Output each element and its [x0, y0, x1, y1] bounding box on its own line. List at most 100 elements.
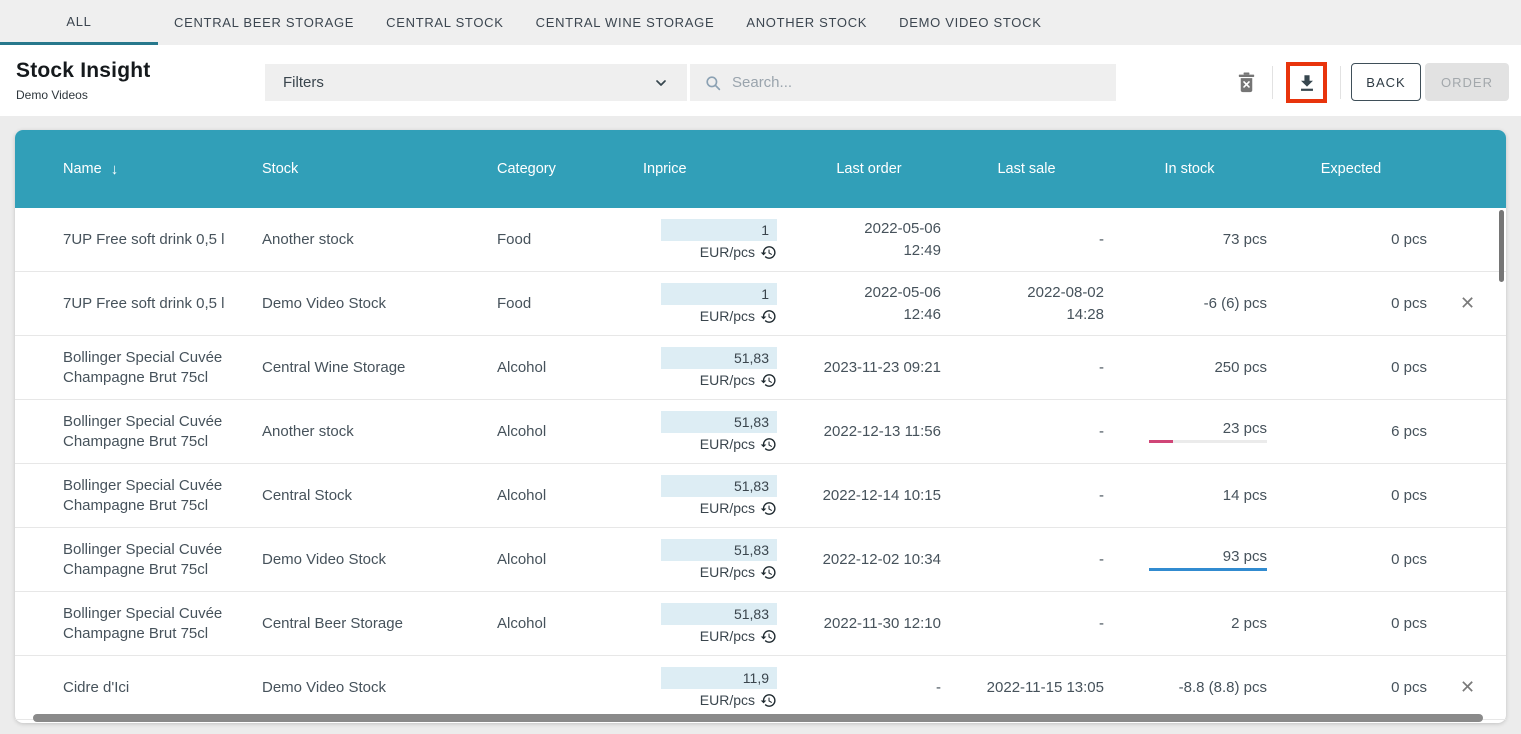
cell-expected: 0 pcs [1271, 359, 1431, 376]
tab-all[interactable]: ALL [0, 0, 158, 45]
download-icon [1296, 72, 1318, 94]
sort-desc-icon[interactable]: ↓ [111, 161, 119, 178]
horizontal-scrollbar-thumb[interactable] [33, 714, 1483, 722]
table-row[interactable]: Bollinger Special Cuvée Champagne Brut 7… [15, 400, 1506, 464]
price-unit-row: EUR/pcs [700, 500, 777, 517]
in-stock-value: 2 pcs [1231, 615, 1267, 632]
history-icon[interactable] [760, 692, 777, 709]
row-close-icon[interactable]: ✕ [1460, 293, 1475, 313]
table-row[interactable]: Bollinger Special Cuvée Champagne Brut 7… [15, 336, 1506, 400]
table-row[interactable]: 7UP Free soft drink 0,5 l Another stock … [15, 208, 1506, 272]
page-subtitle: Demo Videos [16, 88, 88, 102]
clear-trash-button[interactable] [1233, 69, 1259, 95]
cell-expected: 0 pcs [1271, 231, 1431, 248]
price-unit: EUR/pcs [700, 564, 755, 580]
vertical-scrollbar-thumb[interactable] [1499, 210, 1504, 282]
in-stock-value: -8.8 (8.8) pcs [1179, 679, 1267, 696]
cell-stock: Another stock [262, 231, 497, 248]
filters-label: Filters [283, 74, 324, 91]
row-close-icon[interactable]: ✕ [1460, 677, 1475, 697]
price-unit-row: EUR/pcs [700, 436, 777, 453]
col-header-name[interactable]: Name ↓ [63, 161, 262, 178]
back-button[interactable]: BACK [1351, 63, 1421, 101]
price-box: 51,83 [661, 603, 777, 625]
tab-another-stock[interactable]: ANOTHER STOCK [730, 0, 883, 45]
history-icon[interactable] [760, 500, 777, 517]
price-value: 51,83 [734, 478, 769, 494]
table-row[interactable]: 7UP Free soft drink 0,5 l Demo Video Sto… [15, 272, 1506, 336]
search-input[interactable] [732, 74, 1102, 91]
col-header-expected[interactable]: Expected [1271, 161, 1431, 177]
col-header-category[interactable]: Category [497, 161, 643, 177]
cell-last-order: 2022-11-30 12:10 [793, 613, 945, 635]
cell-inprice: 1 EUR/pcs [643, 219, 793, 261]
chevron-down-icon [653, 75, 669, 91]
app-root: ALL CENTRAL BEER STORAGE CENTRAL STOCK C… [0, 0, 1521, 734]
cell-category: Alcohol [497, 487, 643, 504]
col-label: Last order [836, 161, 901, 177]
col-header-last-order[interactable]: Last order [793, 161, 945, 177]
cell-category: Alcohol [497, 423, 643, 440]
cell-actions: ✕ [1431, 677, 1504, 698]
cell-in-stock: -6 (6) pcs [1108, 295, 1271, 312]
cell-inprice: 11,9 EUR/pcs [643, 667, 793, 709]
history-icon[interactable] [760, 436, 777, 453]
cell-name: 7UP Free soft drink 0,5 l [63, 230, 262, 250]
toolbar-divider [1272, 66, 1273, 99]
cell-last-order: 2022-05-06 12:49 [793, 218, 945, 262]
cell-category: Alcohol [497, 551, 643, 568]
search-box [690, 64, 1116, 101]
history-icon[interactable] [760, 628, 777, 645]
col-header-stock[interactable]: Stock [262, 161, 497, 177]
table-row[interactable]: Cidre d'Ici Demo Video Stock 11,9 EUR/pc… [15, 656, 1506, 720]
col-label: Name [63, 161, 102, 177]
cell-name: Bollinger Special Cuvée Champagne Brut 7… [63, 540, 262, 580]
cell-actions: ✕ [1431, 613, 1504, 634]
order-button[interactable]: ORDER [1425, 63, 1509, 101]
filters-dropdown[interactable]: Filters [265, 64, 687, 101]
cell-actions: ✕ [1431, 293, 1504, 314]
tab-demo-video-stock[interactable]: DEMO VIDEO STOCK [883, 0, 1057, 45]
table-row[interactable]: Bollinger Special Cuvée Champagne Brut 7… [15, 464, 1506, 528]
cell-inprice: 51,83 EUR/pcs [643, 475, 793, 517]
cell-in-stock: 250 pcs [1108, 359, 1271, 376]
cell-in-stock: -8.8 (8.8) pcs [1108, 679, 1271, 696]
price-unit: EUR/pcs [700, 436, 755, 452]
tab-central-wine-storage[interactable]: CENTRAL WINE STORAGE [520, 0, 731, 45]
cell-last-order: 2023-11-23 09:21 [793, 357, 945, 379]
price-unit: EUR/pcs [700, 372, 755, 388]
col-label: Last sale [997, 161, 1055, 177]
cell-last-sale: - [945, 613, 1108, 635]
price-unit: EUR/pcs [700, 692, 755, 708]
history-icon[interactable] [760, 244, 777, 261]
tab-label: ANOTHER STOCK [746, 15, 867, 30]
price-unit-row: EUR/pcs [700, 244, 777, 261]
tab-bar: ALL CENTRAL BEER STORAGE CENTRAL STOCK C… [0, 0, 1521, 45]
table-row[interactable]: Bollinger Special Cuvée Champagne Brut 7… [15, 528, 1506, 592]
cell-in-stock: 2 pcs [1108, 615, 1271, 632]
history-icon[interactable] [760, 372, 777, 389]
table-row[interactable]: Bollinger Special Cuvée Champagne Brut 7… [15, 592, 1506, 656]
search-icon [704, 74, 722, 92]
cell-expected: 0 pcs [1271, 295, 1431, 312]
tab-label: CENTRAL BEER STORAGE [174, 15, 354, 30]
col-header-in-stock[interactable]: In stock [1108, 161, 1271, 177]
toolbar-divider [1340, 66, 1341, 99]
tab-central-stock[interactable]: CENTRAL STOCK [370, 0, 519, 45]
price-unit: EUR/pcs [700, 244, 755, 260]
tab-central-beer-storage[interactable]: CENTRAL BEER STORAGE [158, 0, 370, 45]
in-stock-value: 14 pcs [1223, 487, 1267, 504]
price-unit-row: EUR/pcs [700, 372, 777, 389]
history-icon[interactable] [760, 564, 777, 581]
cell-inprice: 1 EUR/pcs [643, 283, 793, 325]
cell-actions: ✕ [1431, 229, 1504, 250]
col-header-inprice[interactable]: Inprice [643, 161, 793, 177]
price-box: 51,83 [661, 347, 777, 369]
history-icon[interactable] [760, 308, 777, 325]
col-header-last-sale[interactable]: Last sale [945, 161, 1108, 177]
price-value: 11,9 [743, 670, 769, 686]
tab-label: DEMO VIDEO STOCK [899, 15, 1041, 30]
price-box: 1 [661, 283, 777, 305]
price-value: 1 [761, 286, 769, 302]
download-button[interactable] [1296, 72, 1318, 94]
